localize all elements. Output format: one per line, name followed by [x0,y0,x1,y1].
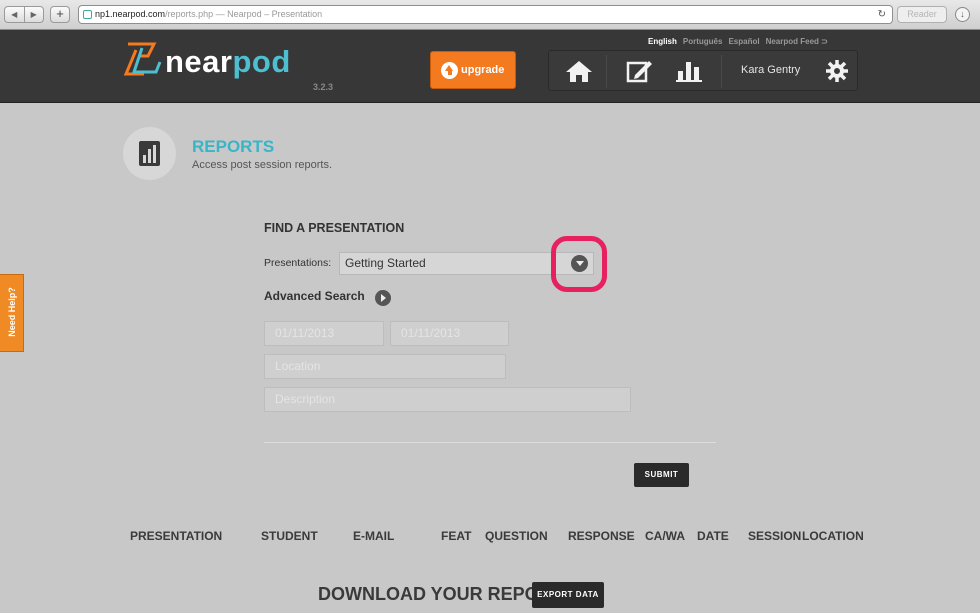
url-host: np1.nearpod.com [95,9,166,19]
language-links: English Português Español Nearpod Feed ⊃ [648,37,828,46]
address-bar[interactable]: np1.nearpod.com/reports.php — Nearpod – … [78,5,893,24]
form-divider [264,442,716,443]
url-path-title: /reports.php — Nearpod – Presentation [165,9,323,19]
column-header-student: STUDENT [261,529,318,543]
need-help-label: Need Help? [7,287,17,337]
user-name[interactable]: Kara Gentry [741,64,800,76]
find-presentation-heading: FIND A PRESENTATION [264,221,405,235]
need-help-tab[interactable]: Need Help? [0,274,24,352]
reports-icon[interactable] [675,59,703,83]
logo-pod: pod [232,44,291,79]
version-label: 3.2.3 [313,82,334,92]
column-header-session: SESSION [748,529,802,543]
column-header-feat: FEAT [441,529,472,543]
column-header-email: E-MAIL [353,529,395,543]
forward-icon[interactable]: ▶ [25,7,44,22]
rss-icon: ⊃ [821,37,828,46]
highlight-circle [551,236,607,292]
nearpod-feed-link[interactable]: Nearpod Feed ⊃ [766,37,828,46]
back-forward-buttons[interactable]: ◀ ▶ [4,6,44,23]
submit-button[interactable]: SUBMIT [634,463,689,487]
reports-badge [123,127,176,180]
nav-separator [721,55,722,88]
upgrade-label: upgrade [461,64,505,76]
column-header-location: LOCATION [802,529,864,543]
date-to-field[interactable]: 01/11/2013 [390,321,509,346]
settings-gear-icon[interactable] [825,59,849,83]
downloads-icon[interactable]: ↓ [955,7,970,22]
bar-chart-icon [139,141,160,166]
page-subtitle: Access post session reports. [192,159,333,171]
main-nav: Kara Gentry [548,50,858,91]
lang-english[interactable]: English [648,37,677,46]
description-field[interactable]: Description [264,387,631,412]
home-icon[interactable] [565,59,593,83]
location-field[interactable]: Location [264,354,506,379]
back-icon[interactable]: ◀ [5,7,25,22]
export-data-button[interactable]: EXPORT DATA [532,582,604,608]
column-header-question: QUESTION [485,529,548,543]
reload-icon[interactable]: ↻ [878,6,886,23]
lang-espanol[interactable]: Español [728,37,759,46]
add-bookmark-button[interactable]: + [50,6,70,23]
presentations-label: Presentations: [264,257,332,269]
nearpod-wordmark[interactable]: nearpod [165,44,291,80]
browser-toolbar: ◀ ▶ + np1.nearpod.com/reports.php — Near… [0,0,980,30]
logo-near: near [165,44,233,79]
upload-arrow-icon [441,62,458,79]
column-header-ca-wa: CA/WA [645,529,685,543]
advanced-search-label[interactable]: Advanced Search [264,289,365,303]
lang-portugues[interactable]: Português [683,37,723,46]
site-header: nearpod 3.2.3 English Português Español … [0,30,980,103]
nearpod-logo-icon[interactable] [122,42,162,78]
page-title: REPORTS [192,137,275,156]
download-report-heading: DOWNLOAD YOUR REPORT [318,584,563,604]
column-header-date: DATE [697,529,729,543]
column-header-response: RESPONSE [568,529,635,543]
date-from-field[interactable]: 01/11/2013 [264,321,384,346]
upgrade-button[interactable]: upgrade [430,51,516,89]
feed-label: Nearpod Feed [765,37,819,46]
favicon-icon [83,10,92,19]
reader-button[interactable]: Reader [897,6,947,23]
nav-separator [606,55,607,88]
column-header-presentation: PRESENTATION [130,529,223,543]
play-arrow-icon[interactable] [375,290,391,306]
edit-icon[interactable] [625,59,653,83]
